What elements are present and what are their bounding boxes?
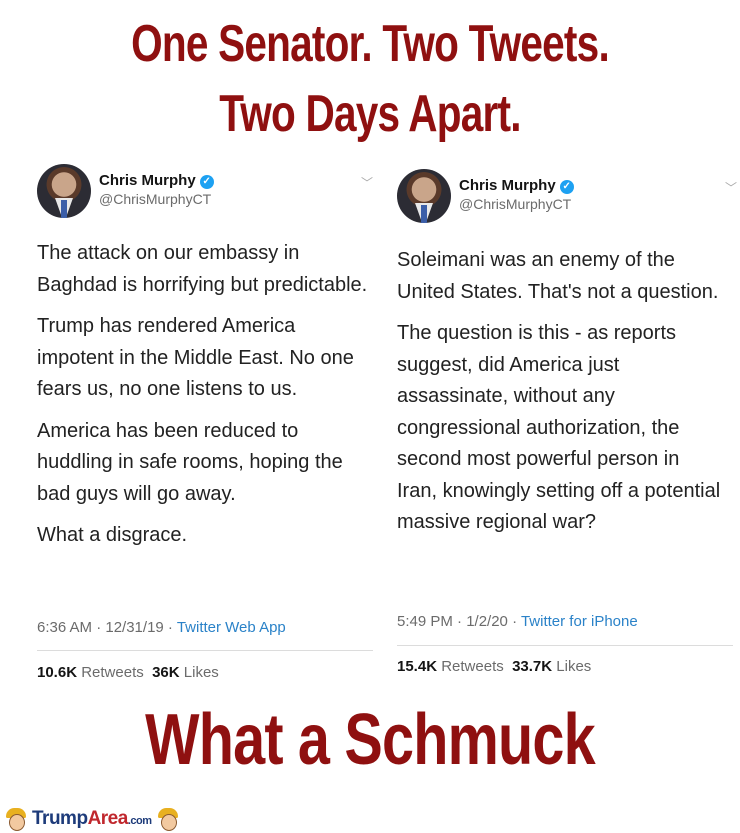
author-name[interactable]: Chris Murphy ✓ [459,177,574,194]
tweet-source-app[interactable]: Twitter for iPhone [521,613,638,630]
headline-line-2: Two Days Apart. [219,85,521,143]
tweet-paragraph: Soleimani was an enemy of the United Sta… [397,249,719,303]
tweet-timestamp[interactable]: 5:49 PM · 1/2/20 · [397,613,521,630]
retweet-count[interactable]: 10.6K [37,664,77,681]
like-count[interactable]: 33.7K [512,658,552,675]
retweets-label[interactable]: Retweets [81,664,144,681]
tweet-paragraph: The attack on our embassy in Baghdad is … [37,242,368,296]
verified-badge-icon: ✓ [199,175,214,189]
author-handle[interactable]: @ChrisMurphyCT [99,191,211,207]
headline-line-1: One Senator. Two Tweets. [131,15,610,73]
author-handle[interactable]: @ChrisMurphyCT [459,196,571,212]
tweet-timestamp[interactable]: 6:36 AM · 12/31/19 · [37,619,177,636]
tweet-card-2: Chris Murphy ✓ @ChrisMurphyCT ﹀ Soleimani… [385,163,740,688]
divider [397,645,733,646]
divider [37,650,373,651]
mascot-icon [157,808,178,831]
chevron-down-icon[interactable]: ﹀ [361,174,373,191]
tweet-text: Soleimani was an enemy of the United Sta… [397,245,722,549]
tweet-stats: 10.6K Retweets 36K Likes [37,664,219,681]
avatar[interactable] [37,164,91,218]
brand-wordmark: TrumpArea.com [32,808,152,829]
retweet-count[interactable]: 15.4K [397,658,437,675]
tweet-meta: 6:36 AM · 12/31/19 · Twitter Web App [37,619,286,636]
likes-label[interactable]: Likes [556,658,591,675]
tweet-paragraph: Trump has rendered America impotent in t… [37,315,354,400]
tweet-paragraph: The question is this - as reports sugges… [397,322,721,533]
footer-caption: What a Schmuck [145,700,596,780]
avatar[interactable] [397,169,451,223]
mascot-icon [6,808,26,831]
tweet-paragraph: America has been reduced to huddling in … [37,419,343,505]
tweet-source-app[interactable]: Twitter Web App [177,619,286,636]
verified-badge-icon: ✓ [559,180,574,194]
likes-label[interactable]: Likes [184,664,219,681]
tweet-text: The attack on our embassy in Baghdad is … [37,238,377,562]
retweets-label[interactable]: Retweets [441,658,504,675]
tweet-card-1: Chris Murphy ✓ @ChrisMurphyCT ﹀ The attac… [25,158,377,688]
like-count[interactable]: 36K [152,664,180,681]
author-name[interactable]: Chris Murphy ✓ [99,172,214,189]
chevron-down-icon[interactable]: ﹀ [725,179,737,196]
site-brand[interactable]: TrumpArea.com [6,806,178,832]
tweet-meta: 5:49 PM · 1/2/20 · Twitter for iPhone [397,613,638,630]
tweet-paragraph: What a disgrace. [37,524,188,546]
tweet-stats: 15.4K Retweets 33.7K Likes [397,658,591,675]
